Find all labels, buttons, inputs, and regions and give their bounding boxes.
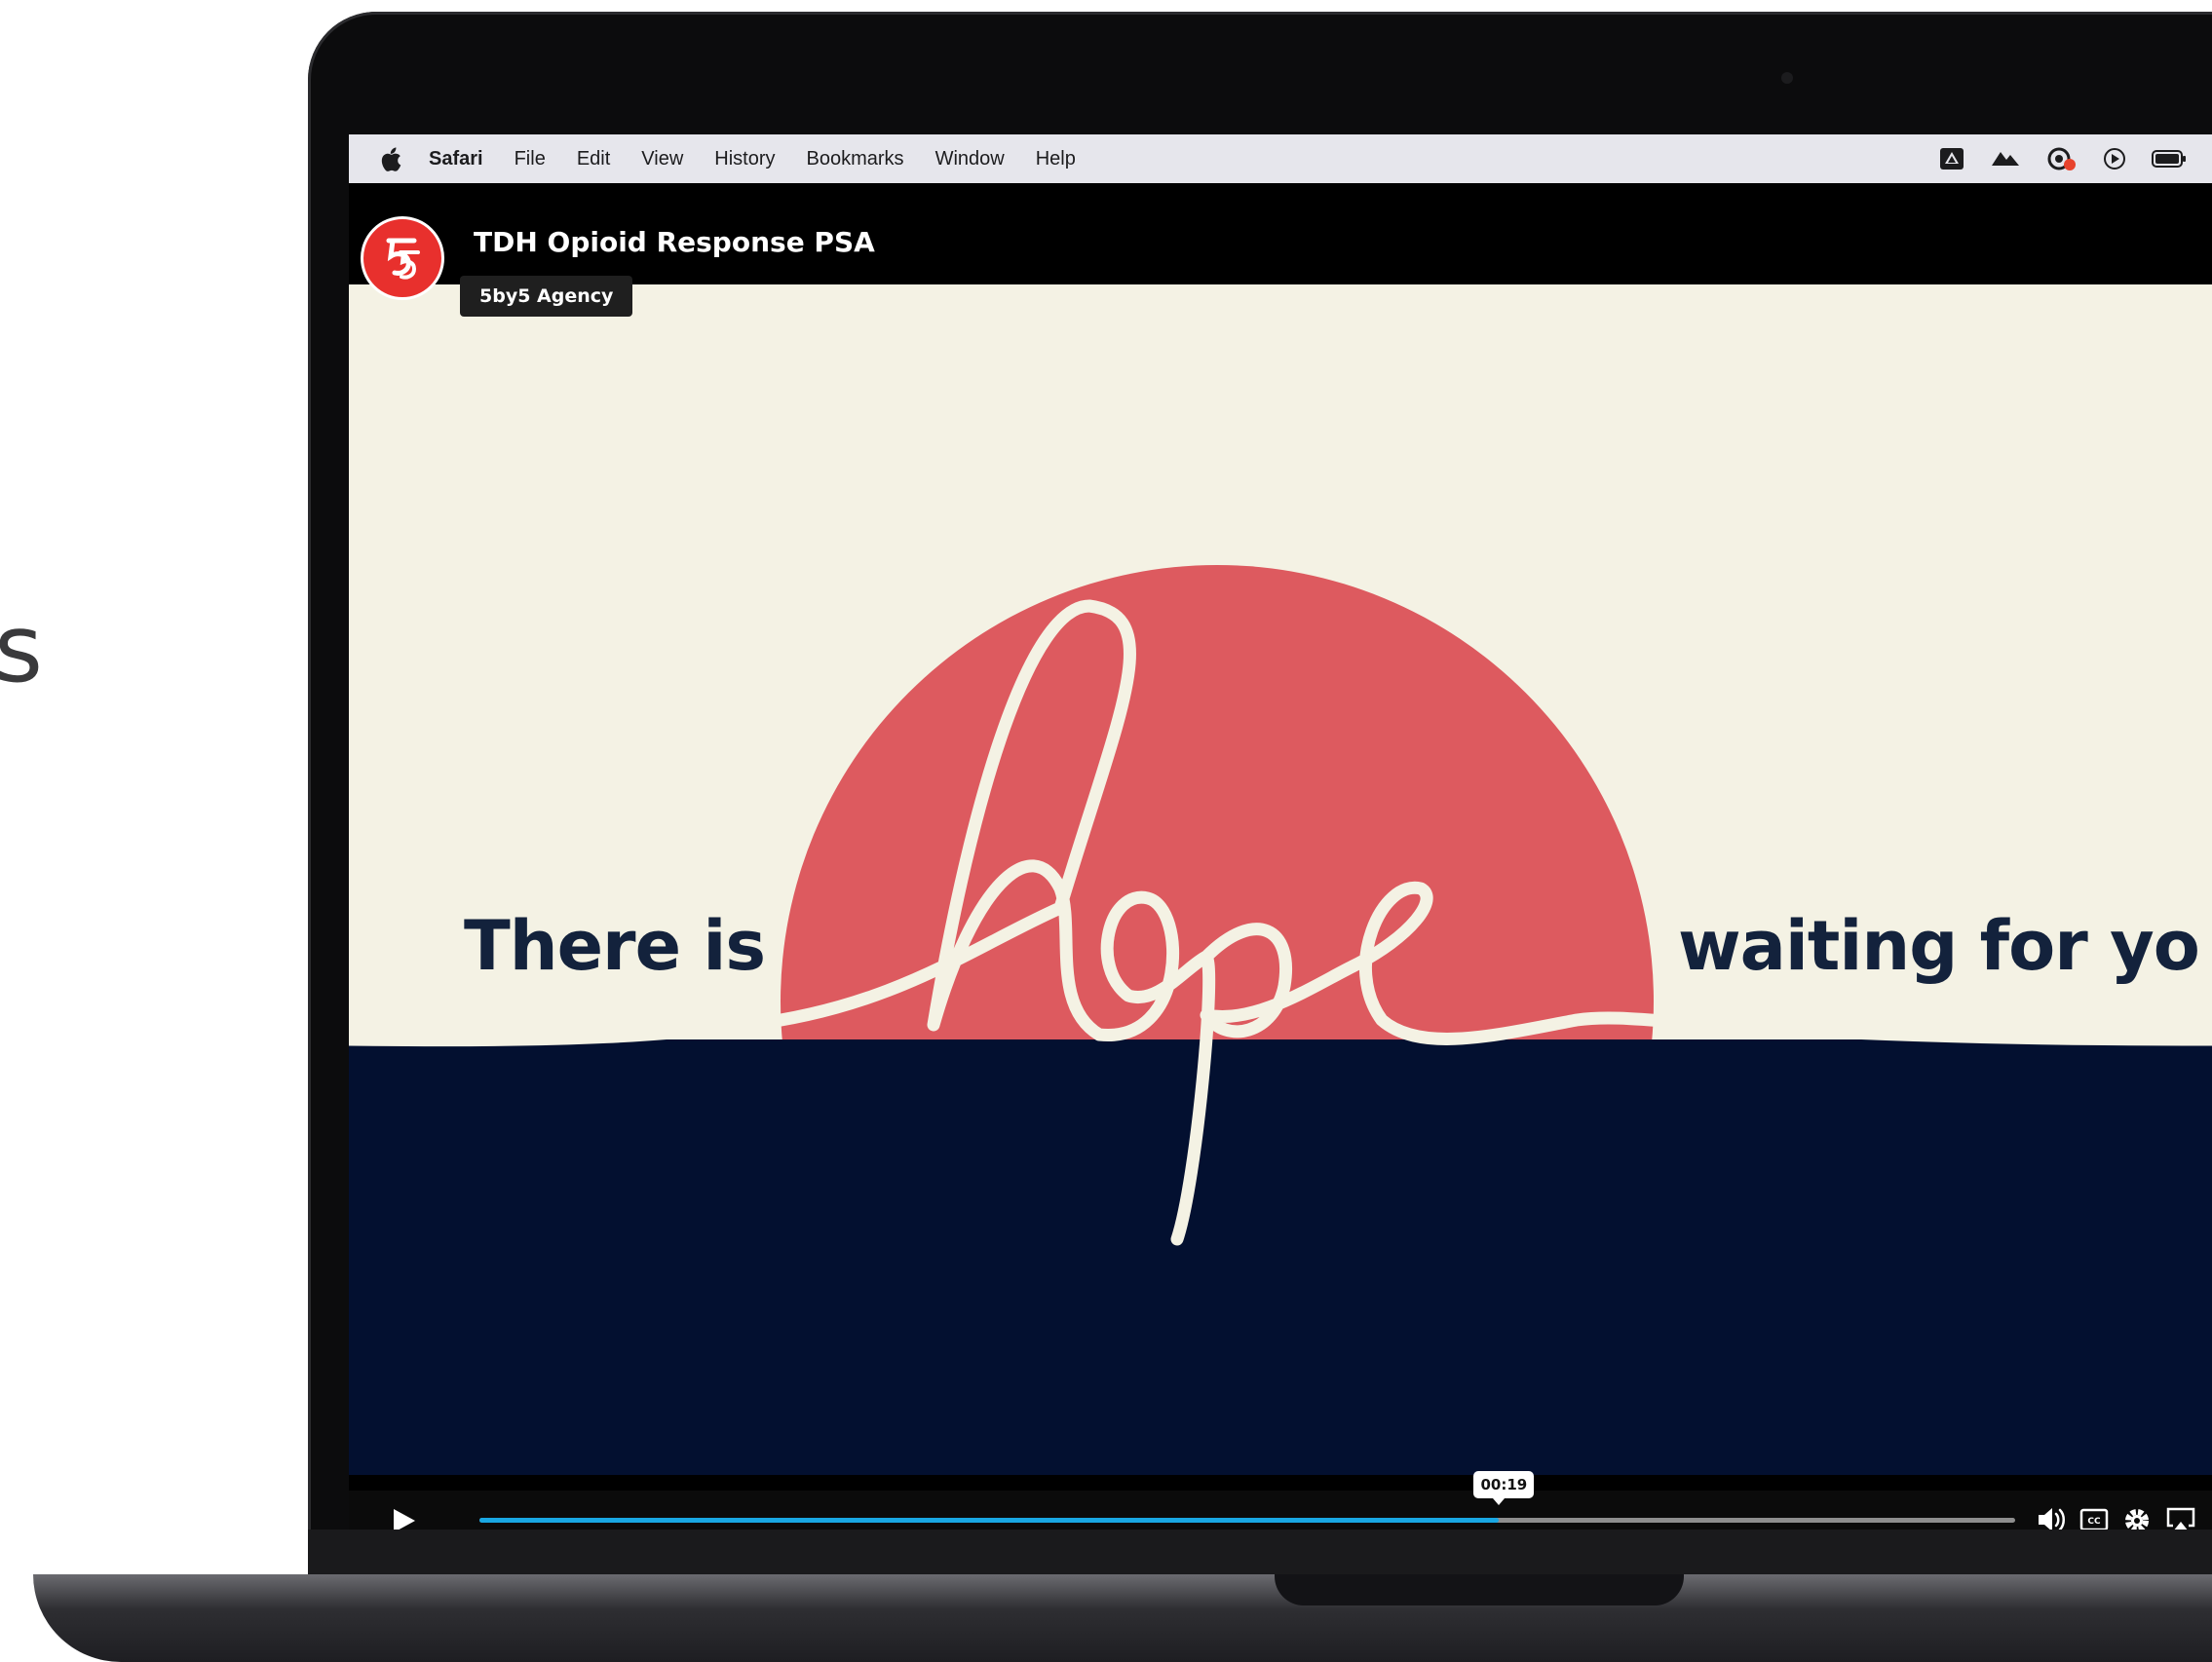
progress-fill xyxy=(479,1518,1500,1523)
menu-window[interactable]: Window xyxy=(935,148,1005,170)
channel-avatar[interactable] xyxy=(361,216,444,300)
menu-bookmarks[interactable]: Bookmarks xyxy=(807,148,904,170)
settings-gear-icon[interactable] xyxy=(2122,1506,2152,1530)
menu-view[interactable]: View xyxy=(641,148,683,170)
captions-icon[interactable]: CC xyxy=(2079,1508,2109,1530)
play-circle-icon[interactable] xyxy=(2103,147,2126,170)
menu-help[interactable]: Help xyxy=(1036,148,1076,170)
laptop-notch xyxy=(1275,1574,1684,1605)
video-header: TDH Opioid Response PSA 5by5 Agency xyxy=(361,216,889,317)
menu-edit[interactable]: Edit xyxy=(577,148,610,170)
battery-icon[interactable] xyxy=(2152,149,2187,169)
video-player[interactable]: There is waiting for yo hope TDH Opioid … xyxy=(349,183,2212,1530)
cloud-icon[interactable] xyxy=(1990,148,2021,170)
drive-icon[interactable] xyxy=(1939,147,1964,170)
menu-history[interactable]: History xyxy=(714,148,775,170)
camera-icon xyxy=(1781,72,1793,84)
play-icon[interactable] xyxy=(390,1507,417,1530)
hope-script-icon xyxy=(349,599,2212,1246)
airplay-icon[interactable] xyxy=(2165,1506,2196,1530)
time-tooltip: 00:19 xyxy=(1473,1471,1535,1505)
creative-cloud-icon[interactable] xyxy=(2046,146,2078,171)
screen: Safari File Edit View History Bookmarks … xyxy=(349,134,2212,1530)
svg-text:CC: CC xyxy=(2087,1517,2101,1527)
menubar: Safari File Edit View History Bookmarks … xyxy=(349,134,2212,183)
menu-safari[interactable]: Safari xyxy=(429,148,483,170)
side-text: s xyxy=(0,594,44,703)
apple-icon[interactable] xyxy=(380,147,401,171)
channel-name[interactable]: 5by5 Agency xyxy=(460,276,633,317)
video-title[interactable]: TDH Opioid Response PSA xyxy=(460,216,889,268)
menu-file[interactable]: File xyxy=(515,148,546,170)
player-controls: 00:19 CC xyxy=(349,1471,2212,1530)
laptop-base xyxy=(33,1574,2212,1662)
video-frame[interactable]: There is waiting for yo hope xyxy=(349,284,2212,1475)
progress-track[interactable]: 00:19 xyxy=(479,1471,2015,1523)
status-icons xyxy=(1939,134,2212,183)
volume-icon[interactable] xyxy=(2037,1506,2066,1530)
